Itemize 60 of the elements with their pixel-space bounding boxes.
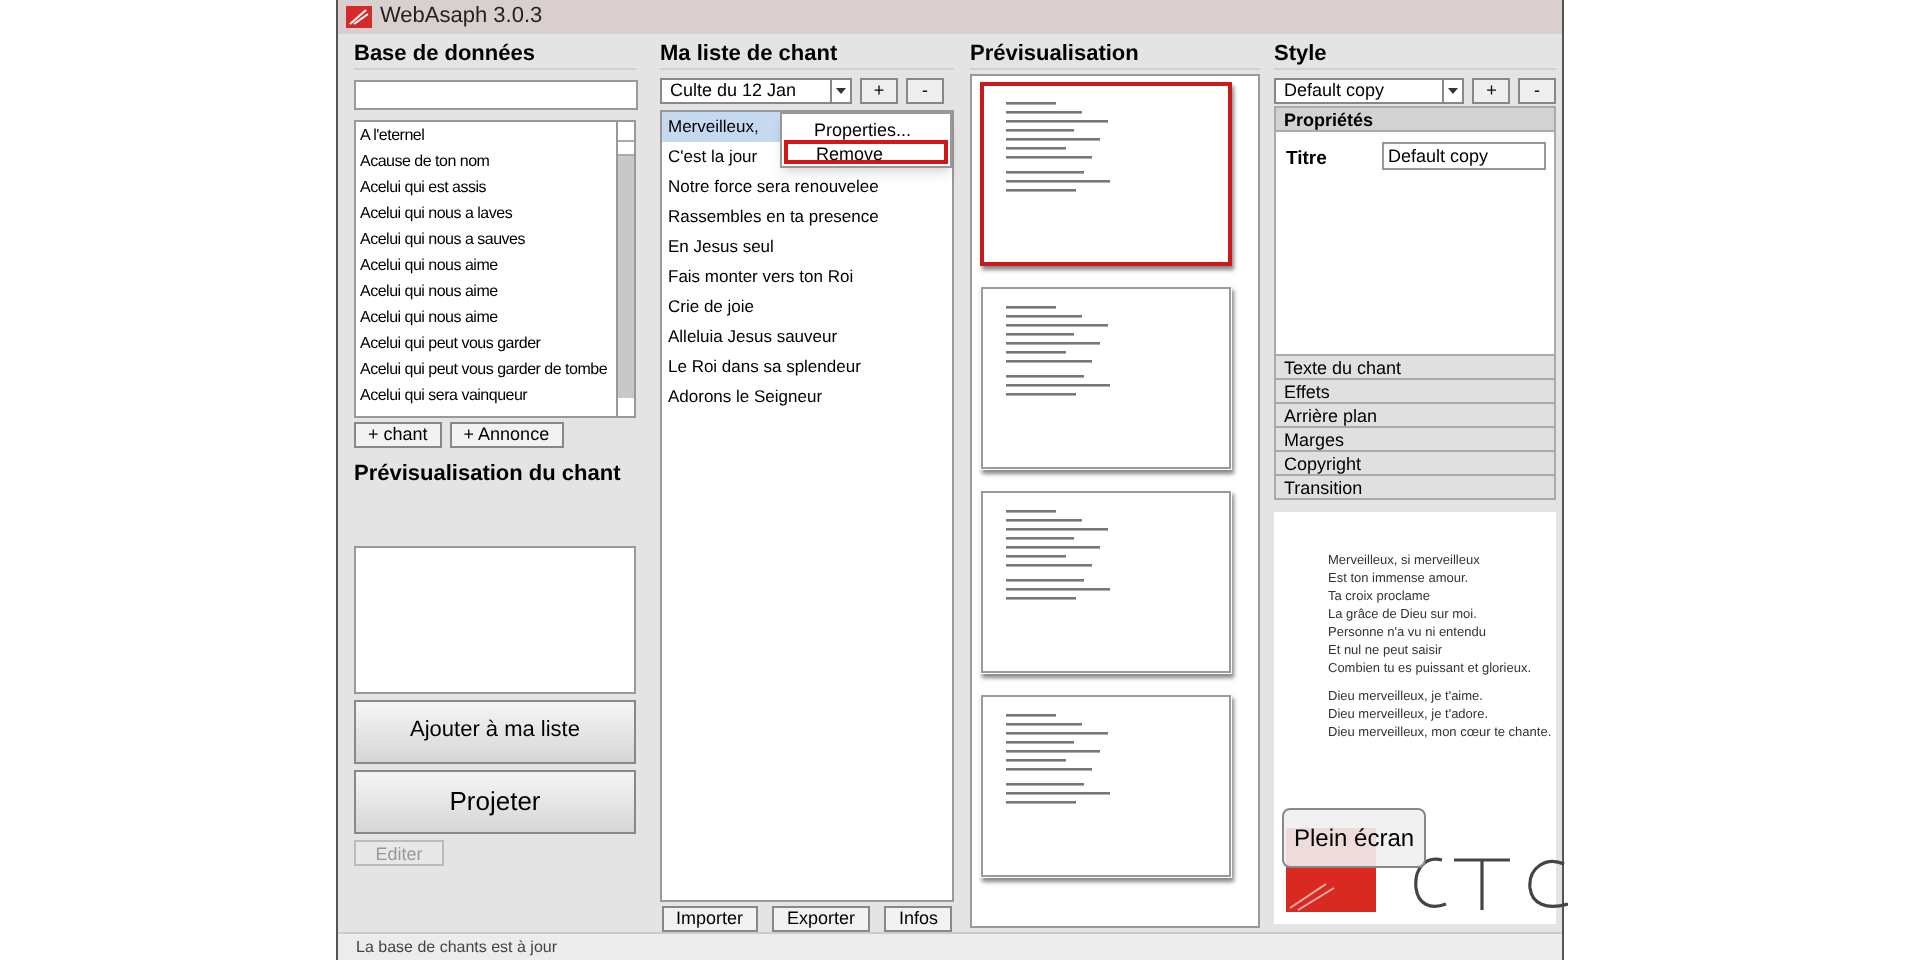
list-item[interactable]: Acelui qui nous a laves: [356, 200, 616, 226]
accordion-header[interactable]: Marges: [1274, 426, 1556, 452]
list-item[interactable]: Acelui qui nous aime: [356, 252, 616, 278]
add-button[interactable]: + chant: [354, 422, 442, 448]
search-field[interactable]: [354, 80, 638, 110]
section-heading: Style: [1274, 38, 1556, 70]
playlist-dropdown[interactable]: Culte du 12 Jan: [660, 78, 852, 104]
list-item[interactable]: Fais monter vers ton Roi: [662, 262, 952, 292]
list-item[interactable]: Acelui qui peut vous garder de tombe: [356, 356, 616, 382]
slide-thumbnail[interactable]: [980, 694, 1232, 878]
add-button[interactable]: + Annonce: [449, 422, 564, 448]
accordion-header[interactable]: Texte du chant: [1274, 354, 1556, 380]
list-item[interactable]: Acelui qui nous aime: [356, 304, 616, 330]
remove-playlist-button[interactable]: -: [906, 78, 944, 104]
list-item[interactable]: Notre force sera renouvelee: [662, 172, 952, 202]
slide-thumbnail[interactable]: [980, 286, 1232, 470]
window-title: WebAsaph 3.0.3: [380, 2, 543, 33]
caret-icon: [1448, 88, 1459, 94]
app-icon: [346, 6, 372, 28]
scrollbar[interactable]: [616, 122, 634, 416]
status-bar: La base de chants est à jour: [338, 932, 1562, 960]
list-item[interactable]: Acause de ton nom: [356, 148, 616, 174]
accordion-header[interactable]: Propriétés: [1274, 106, 1556, 132]
remove-style-button[interactable]: -: [1518, 78, 1556, 104]
list-item[interactable]: Acelui qui nous aime: [356, 278, 616, 304]
list-button[interactable]: Importer: [662, 906, 758, 932]
caret-icon: [836, 88, 846, 94]
add-playlist-button[interactable]: +: [860, 78, 898, 104]
menu-item[interactable]: Remove: [784, 140, 948, 164]
menu-item[interactable]: Properties...: [782, 116, 950, 140]
fullscreen-button[interactable]: Plein écran: [1282, 808, 1427, 868]
section-heading: Prévisualisation du chant: [354, 460, 623, 490]
list-item[interactable]: Crie de joie: [662, 292, 952, 322]
slide-thumbnail[interactable]: [980, 490, 1232, 674]
accordion-header[interactable]: Copyright: [1274, 450, 1556, 476]
section-heading: Ma liste de chant: [660, 38, 954, 70]
add-style-button[interactable]: +: [1472, 78, 1511, 104]
field-label: Titre: [1286, 146, 1329, 174]
list-item[interactable]: En Jesus seul: [662, 232, 952, 262]
accordion-header[interactable]: Effets: [1274, 378, 1556, 404]
title-field[interactable]: Default copy: [1382, 142, 1546, 170]
list-item[interactable]: A l'eternel: [356, 122, 616, 148]
list-item[interactable]: Acelui qui sera vainqueur: [356, 382, 616, 408]
slide-thumbnail[interactable]: [980, 82, 1232, 266]
accordion-header[interactable]: Transition: [1274, 474, 1556, 500]
list-item[interactable]: Acelui qui est assis: [356, 174, 616, 200]
list-button[interactable]: Infos: [884, 906, 952, 932]
project-button[interactable]: Projeter: [354, 769, 636, 833]
list-item[interactable]: Acelui qui nous a sauves: [356, 226, 616, 252]
section-heading: Base de données: [354, 38, 636, 70]
list-item[interactable]: Alleluia Jesus sauveur: [662, 322, 952, 352]
list-item[interactable]: Rassembles en ta presence: [662, 202, 952, 232]
list-button[interactable]: Exporter: [772, 906, 869, 932]
list-item[interactable]: Acelui qui peut vous garder: [356, 330, 616, 356]
style-dropdown[interactable]: Default copy: [1274, 78, 1465, 104]
list-item[interactable]: Le Roi dans sa splendeur: [662, 352, 952, 382]
section-heading: Prévisualisation: [970, 38, 1260, 70]
accordion-header[interactable]: Arrière plan: [1274, 402, 1556, 428]
add-to-list-button[interactable]: Ajouter à ma liste: [354, 699, 636, 763]
list-item[interactable]: Adorons le Seigneur: [662, 382, 952, 412]
